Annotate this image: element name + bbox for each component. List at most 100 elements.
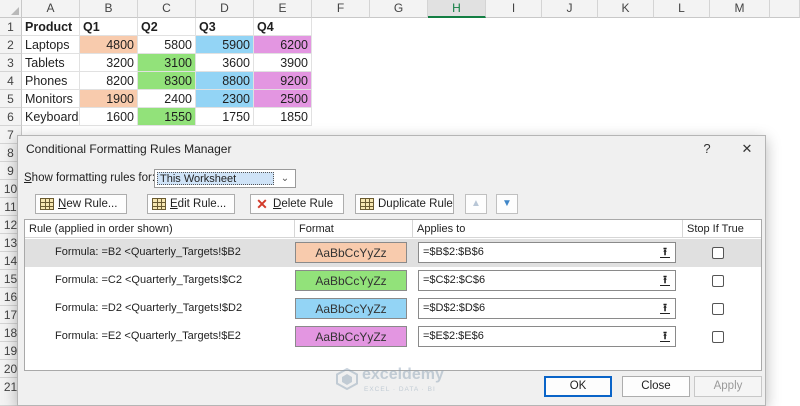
column-header-d[interactable]: D — [196, 0, 254, 18]
applies-to-input[interactable]: =$E$2:$E$6 ⭱ — [418, 326, 676, 347]
row-header-6[interactable]: 6 — [0, 108, 22, 126]
cell-b4[interactable]: 8200 — [80, 72, 138, 90]
rule-formula: Formula: =E2 <Quarterly_Targets!$E2 — [55, 330, 241, 342]
cell-b5[interactable]: 1900 — [80, 90, 138, 108]
duplicate-table-icon — [360, 197, 374, 210]
move-up-button[interactable]: ▲ — [465, 194, 487, 214]
column-header-a[interactable]: A — [22, 0, 80, 18]
rule-column-header: Rule (applied in order shown) — [25, 220, 295, 238]
format-preview: AaBbCcYyZz — [295, 298, 407, 319]
cell-d6[interactable]: 1750 — [196, 108, 254, 126]
column-header-m[interactable]: M — [710, 0, 770, 18]
collapse-range-icon[interactable]: ⭱ — [657, 244, 673, 261]
cell-d2[interactable]: 5900 — [196, 36, 254, 54]
delete-rule-button[interactable]: ✕ Delete Rule — [250, 194, 344, 214]
new-rule-button[interactable]: New Rule... — [35, 194, 127, 214]
cell-a5[interactable]: Monitors — [22, 90, 80, 108]
stop-if-true-checkbox[interactable] — [712, 275, 724, 287]
column-header-l[interactable]: L — [654, 0, 710, 18]
cell-b2[interactable]: 4800 — [80, 36, 138, 54]
show-rules-label-text: how formatting rules for: — [31, 172, 156, 184]
watermark-tagline: EXCEL · DATA · BI — [364, 386, 436, 393]
cell-c4[interactable]: 8300 — [138, 72, 196, 90]
duplicate-rule-label: Duplicate Rule — [378, 198, 453, 210]
cell-e4[interactable]: 9200 — [254, 72, 312, 90]
row-header-2[interactable]: 2 — [0, 36, 22, 54]
cell-a1[interactable]: Product — [22, 18, 80, 36]
select-all-corner[interactable] — [0, 0, 22, 18]
applies-to-column-header: Applies to — [413, 220, 683, 238]
edit-rule-button[interactable]: Edit Rule... — [147, 194, 235, 214]
row-header-4[interactable]: 4 — [0, 72, 22, 90]
ok-button[interactable]: OK — [544, 376, 612, 397]
dialog-title: Conditional Formatting Rules Manager — [26, 142, 232, 156]
cell-d3[interactable]: 3600 — [196, 54, 254, 72]
cell-d4[interactable]: 8800 — [196, 72, 254, 90]
cell-a2[interactable]: Laptops — [22, 36, 80, 54]
column-header-g[interactable]: G — [370, 0, 428, 18]
collapse-range-icon[interactable]: ⭱ — [657, 328, 673, 345]
applies-to-value: =$B$2:$B$6 — [423, 246, 484, 258]
column-header-h[interactable]: H — [428, 0, 486, 18]
cell-e2[interactable]: 6200 — [254, 36, 312, 54]
collapse-range-icon[interactable]: ⭱ — [657, 272, 673, 289]
cell-e6[interactable]: 1850 — [254, 108, 312, 126]
applies-to-value: =$E$2:$E$6 — [423, 330, 484, 342]
cell-e1[interactable]: Q4 — [254, 18, 312, 36]
rule-row[interactable]: Formula: =B2 <Quarterly_Targets!$B2 AaBb… — [25, 239, 761, 267]
row-header-3[interactable]: 3 — [0, 54, 22, 72]
applies-to-input[interactable]: =$B$2:$B$6 ⭱ — [418, 242, 676, 263]
collapse-range-icon[interactable]: ⭱ — [657, 300, 673, 317]
close-button[interactable]: Close — [622, 376, 690, 397]
close-icon[interactable]: ✕ — [736, 139, 758, 159]
column-header-j[interactable]: J — [542, 0, 598, 18]
chevron-down-icon[interactable]: ⌄ — [278, 172, 292, 186]
applies-to-input[interactable]: =$D$2:$D$6 ⭱ — [418, 298, 676, 319]
stop-if-true-checkbox[interactable] — [712, 247, 724, 259]
cell-e3[interactable]: 3900 — [254, 54, 312, 72]
cell-d5[interactable]: 2300 — [196, 90, 254, 108]
column-header-n[interactable] — [770, 0, 800, 18]
show-rules-dropdown[interactable]: This Worksheet ⌄ — [154, 169, 296, 188]
format-column-header: Format — [295, 220, 413, 238]
rule-formula: Formula: =C2 <Quarterly_Targets!$C2 — [55, 274, 243, 286]
cell-c5[interactable]: 2400 — [138, 90, 196, 108]
cell-a3[interactable]: Tablets — [22, 54, 80, 72]
duplicate-rule-button[interactable]: Duplicate Rule — [355, 194, 454, 214]
applies-to-input[interactable]: =$C$2:$C$6 ⭱ — [418, 270, 676, 291]
cell-c2[interactable]: 5800 — [138, 36, 196, 54]
table-icon — [40, 197, 54, 210]
row-header-1[interactable]: 1 — [0, 18, 22, 36]
column-header-f[interactable]: F — [312, 0, 370, 18]
column-header-i[interactable]: I — [486, 0, 542, 18]
column-header-c[interactable]: C — [138, 0, 196, 18]
rule-row[interactable]: Formula: =D2 <Quarterly_Targets!$D2 AaBb… — [25, 295, 761, 323]
column-header-k[interactable]: K — [598, 0, 654, 18]
cell-b1[interactable]: Q1 — [80, 18, 138, 36]
applies-to-value: =$D$2:$D$6 — [423, 302, 486, 314]
cell-c3[interactable]: 3100 — [138, 54, 196, 72]
cell-b6[interactable]: 1600 — [80, 108, 138, 126]
row-header-5[interactable]: 5 — [0, 90, 22, 108]
apply-button[interactable]: Apply — [694, 376, 762, 397]
cell-a6[interactable]: Keyboards — [22, 108, 80, 126]
cell-a4[interactable]: Phones — [22, 72, 80, 90]
rule-row[interactable]: Formula: =E2 <Quarterly_Targets!$E2 AaBb… — [25, 323, 761, 351]
exceldemy-watermark: exceldemy EXCEL · DATA · BI — [336, 364, 516, 404]
column-header-e[interactable]: E — [254, 0, 312, 18]
cell-c6[interactable]: 1550 — [138, 108, 196, 126]
stop-if-true-checkbox[interactable] — [712, 303, 724, 315]
cell-e5[interactable]: 2500 — [254, 90, 312, 108]
move-down-button[interactable]: ▼ — [496, 194, 518, 214]
conditional-formatting-dialog: Conditional Formatting Rules Manager ? ✕… — [17, 135, 766, 406]
help-button[interactable]: ? — [696, 139, 718, 159]
cell-c1[interactable]: Q2 — [138, 18, 196, 36]
column-header-b[interactable]: B — [80, 0, 138, 18]
stop-if-true-checkbox[interactable] — [712, 331, 724, 343]
rule-row[interactable]: Formula: =C2 <Quarterly_Targets!$C2 AaBb… — [25, 267, 761, 295]
cell-b3[interactable]: 3200 — [80, 54, 138, 72]
new-rule-label: ew Rule... — [66, 198, 118, 210]
format-preview: AaBbCcYyZz — [295, 270, 407, 291]
show-rules-label: Show formatting rules for: — [24, 172, 155, 184]
cell-d1[interactable]: Q3 — [196, 18, 254, 36]
